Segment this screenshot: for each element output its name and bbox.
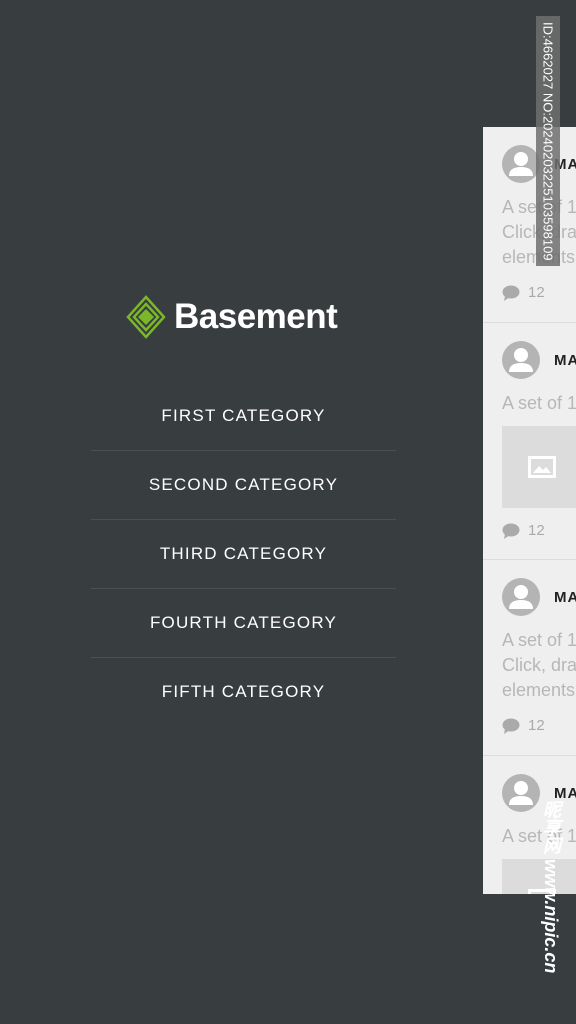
watermark-site: 昵享网 www.nipic.cn — [541, 800, 561, 974]
user-icon — [509, 585, 533, 609]
avatar[interactable] — [502, 578, 540, 616]
feed-card[interactable]: MA A set of 1 Click, dra elements 12 — [483, 560, 576, 756]
author-name[interactable]: MA — [554, 589, 576, 606]
user-icon — [509, 781, 533, 805]
comment-count-value: 12 — [528, 522, 545, 539]
author-name[interactable]: MA — [554, 785, 576, 802]
comment-count[interactable]: 12 — [502, 284, 576, 317]
menu-item-4[interactable]: FOURTH CATEGORY — [91, 589, 396, 658]
post-text-line: elements — [502, 680, 576, 700]
post-text-line: A set of 1 — [502, 630, 576, 650]
post-image[interactable] — [502, 426, 576, 508]
comment-icon — [502, 285, 520, 301]
post-text: A set of 1 Click, dra elements — [502, 628, 576, 703]
menu-item-2[interactable]: SECOND CATEGORY — [91, 451, 396, 520]
comment-count[interactable]: 12 — [502, 522, 576, 555]
card-header: MA — [502, 341, 576, 379]
post-text-line: Click, dra — [502, 655, 576, 675]
menu-item-3[interactable]: THIRD CATEGORY — [91, 520, 396, 589]
avatar[interactable] — [502, 774, 540, 812]
brand-logo[interactable]: Basement — [126, 295, 338, 339]
feed-card[interactable]: MAA set of 1Click, draelements12 — [483, 127, 576, 323]
post-text: A set of 1 — [502, 391, 576, 416]
feed-card[interactable]: MA A set of 1 12 — [483, 323, 576, 560]
image-placeholder-icon — [528, 456, 556, 478]
author-name[interactable]: MA — [554, 352, 576, 369]
avatar[interactable] — [502, 341, 540, 379]
comment-count[interactable]: 12 — [502, 717, 576, 750]
menu-item-1[interactable]: FIRST CATEGORY — [91, 382, 396, 451]
post-text-line: A set of 1 — [502, 393, 576, 413]
card-header: MA — [502, 578, 576, 616]
comment-icon — [502, 718, 520, 734]
comment-count-value: 12 — [528, 284, 545, 301]
content-feed-panel[interactable]: MAA set of 1Click, draelements12MAA set … — [483, 127, 576, 894]
brand-name: Basement — [174, 297, 338, 336]
basement-logo-icon — [126, 295, 166, 339]
watermark-id: ID:4662027 NO:20240203225103598109 — [536, 16, 560, 266]
comment-icon — [502, 523, 520, 539]
menu-item-5[interactable]: FIFTH CATEGORY — [91, 658, 396, 726]
user-icon — [509, 348, 533, 372]
avatar[interactable] — [502, 145, 540, 183]
category-menu: FIRST CATEGORY SECOND CATEGORY THIRD CATEG… — [91, 382, 396, 726]
comment-count-value: 12 — [528, 717, 545, 734]
user-icon — [509, 152, 533, 176]
